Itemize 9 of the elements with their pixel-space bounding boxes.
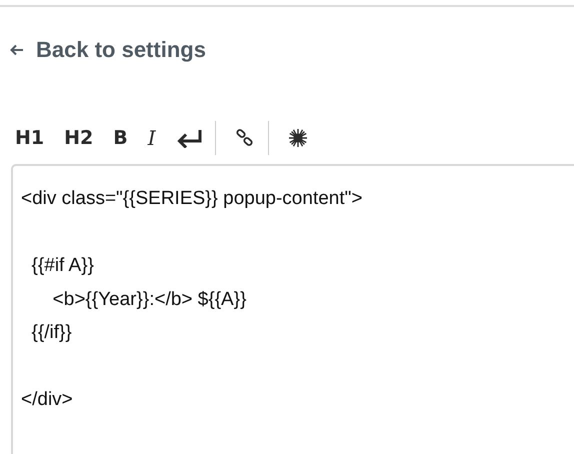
- heading-button[interactable]: H1: [12, 123, 48, 153]
- starburst-icon: [288, 128, 308, 148]
- heading-button[interactable]: H2: [61, 123, 96, 153]
- return-icon: [176, 128, 202, 148]
- left-arrow-icon: [10, 44, 24, 56]
- link-icon: [234, 128, 255, 148]
- bold-button[interactable]: B: [110, 123, 131, 153]
- code-editor[interactable]: <div class="{{SERIES}} popup-content"> {{#if A}} <b>{{Year}}:</b> ${{A}} {{/if}} </div>: [11, 164, 574, 454]
- italic-button[interactable]: I: [144, 123, 159, 153]
